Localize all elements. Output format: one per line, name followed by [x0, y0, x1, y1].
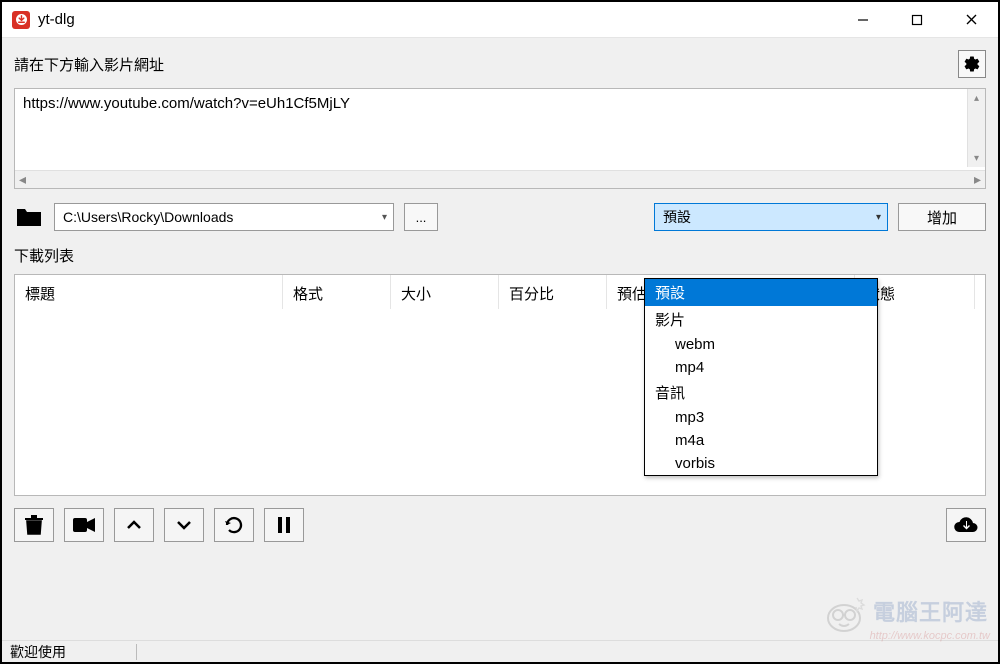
url-input-label: 請在下方輸入影片網址	[14, 54, 164, 75]
format-option[interactable]: mp4	[645, 356, 877, 379]
format-option[interactable]: mp3	[645, 406, 877, 429]
move-down-button[interactable]	[164, 508, 204, 542]
format-dropdown[interactable]: 預設影片webmmp4音訊mp3m4avorbis	[644, 278, 878, 476]
column-header[interactable]: 格式	[283, 275, 391, 309]
cloud-download-icon	[953, 516, 979, 534]
trash-icon	[25, 515, 43, 535]
gear-icon	[963, 55, 981, 73]
delete-button[interactable]	[14, 508, 54, 542]
vertical-scrollbar[interactable]: ▴ ▾	[967, 89, 985, 167]
chevron-up-icon	[126, 519, 142, 531]
add-button[interactable]: 增加	[898, 203, 986, 231]
horizontal-scrollbar[interactable]: ◂ ▸	[15, 170, 985, 188]
column-header[interactable]: 百分比	[499, 275, 607, 309]
format-option[interactable]: 影片	[645, 306, 877, 333]
scroll-up-icon: ▴	[968, 89, 985, 107]
folder-icon	[14, 204, 44, 230]
scroll-right-icon: ▸	[974, 171, 981, 188]
play-button[interactable]	[64, 508, 104, 542]
close-button[interactable]	[944, 2, 998, 37]
download-list-label: 下載列表	[14, 245, 986, 266]
window-title: yt-dlg	[38, 11, 75, 28]
column-header[interactable]: 標題	[15, 275, 283, 309]
format-option[interactable]: vorbis	[645, 452, 877, 475]
status-text: 歡迎使用	[10, 642, 66, 662]
chevron-down-icon: ▾	[876, 212, 881, 223]
refresh-icon	[224, 515, 244, 535]
scroll-down-icon: ▾	[968, 149, 985, 167]
minimize-button[interactable]	[836, 2, 890, 37]
format-option[interactable]: m4a	[645, 429, 877, 452]
toolbar	[14, 496, 986, 554]
pause-icon	[277, 517, 291, 533]
move-up-button[interactable]	[114, 508, 154, 542]
format-selected: 預設	[663, 207, 691, 227]
format-option[interactable]: 音訊	[645, 379, 877, 406]
format-combo[interactable]: 預設 ▾	[654, 203, 888, 231]
download-button[interactable]	[946, 508, 986, 542]
refresh-button[interactable]	[214, 508, 254, 542]
save-path-value: C:\Users\Rocky\Downloads	[63, 209, 233, 225]
settings-button[interactable]	[958, 50, 986, 78]
column-header[interactable]: 大小	[391, 275, 499, 309]
video-camera-icon	[73, 517, 95, 533]
url-input[interactable]	[15, 89, 967, 167]
status-separator	[136, 644, 137, 660]
chevron-down-icon: ▾	[382, 212, 387, 223]
maximize-button[interactable]	[890, 2, 944, 37]
scroll-left-icon: ◂	[19, 171, 26, 188]
statusbar: 歡迎使用	[2, 640, 998, 662]
pause-button[interactable]	[264, 508, 304, 542]
path-row: C:\Users\Rocky\Downloads ▾ ... 預設 ▾ 增加	[14, 203, 986, 231]
chevron-down-icon	[176, 519, 192, 531]
browse-button[interactable]: ...	[404, 203, 438, 231]
url-input-container: ▴ ▾ ◂ ▸	[14, 88, 986, 189]
save-path-combo[interactable]: C:\Users\Rocky\Downloads ▾	[54, 203, 394, 231]
titlebar: yt-dlg	[2, 2, 998, 38]
format-option[interactable]: webm	[645, 333, 877, 356]
app-icon	[12, 11, 30, 29]
window-controls	[836, 2, 998, 37]
format-option[interactable]: 預設	[645, 279, 877, 306]
